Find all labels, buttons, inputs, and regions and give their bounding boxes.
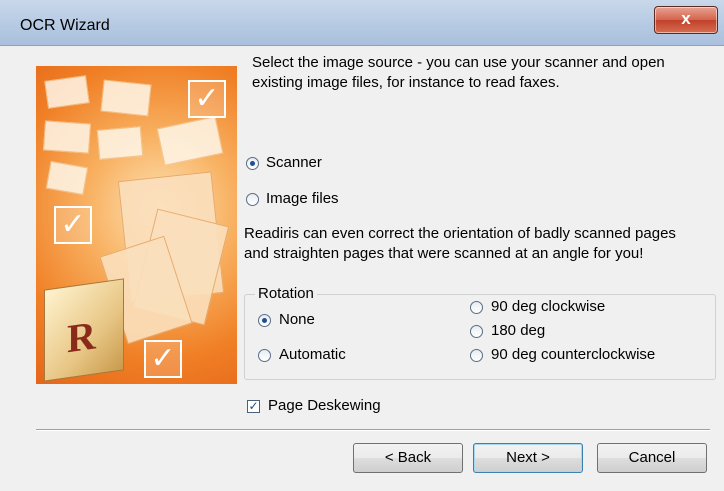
image-files-label[interactable]: Image files <box>266 189 339 209</box>
checkmark-icon: ✓ <box>54 206 92 244</box>
rotation-automatic-radio[interactable] <box>258 349 271 362</box>
logo-letter: R <box>67 312 96 362</box>
rotation-90ccw-label[interactable]: 90 deg counterclockwise <box>491 345 655 365</box>
scanner-label[interactable]: Scanner <box>266 153 322 173</box>
intro-text-line2: existing image files, for instance to re… <box>252 74 560 91</box>
card-image <box>156 116 224 166</box>
back-button[interactable]: < Back <box>353 443 463 473</box>
rotation-90cw-radio[interactable] <box>470 301 483 314</box>
checkmark-icon: ✓ <box>188 80 226 118</box>
card-image <box>44 75 90 109</box>
rotation-group-title: Rotation <box>255 285 317 303</box>
wizard-illustration: ✓ ✓ ✓ R <box>36 66 237 384</box>
checkmark-icon: ✓ <box>144 340 182 378</box>
card-image <box>43 120 91 154</box>
rotation-none-radio[interactable] <box>258 314 271 327</box>
separator <box>36 429 710 431</box>
scanner-radio[interactable] <box>246 157 259 170</box>
next-button[interactable]: Next > <box>473 443 583 473</box>
intro-text-line1: Select the image source - you can use yo… <box>252 54 665 71</box>
readiris-logo-icon: R <box>44 278 124 382</box>
rotation-90cw-label[interactable]: 90 deg clockwise <box>491 297 605 317</box>
image-files-radio[interactable] <box>246 193 259 206</box>
rotation-180-radio[interactable] <box>470 325 483 338</box>
card-image <box>96 126 144 160</box>
info-text-line2: and straighten pages that were scanned a… <box>244 245 644 262</box>
page-deskewing-label[interactable]: Page Deskewing <box>268 396 381 416</box>
window-title: OCR Wizard <box>20 17 110 34</box>
rotation-none-label[interactable]: None <box>279 310 315 330</box>
page-deskewing-checkbox[interactable]: ✓ <box>247 400 260 413</box>
card-image <box>45 160 89 196</box>
cancel-button[interactable]: Cancel <box>597 443 707 473</box>
close-button[interactable]: x <box>654 6 718 34</box>
rotation-automatic-label[interactable]: Automatic <box>279 345 346 365</box>
rotation-180-label[interactable]: 180 deg <box>491 321 545 341</box>
info-text-line1: Readiris can even correct the orientatio… <box>244 225 676 242</box>
rotation-90ccw-radio[interactable] <box>470 349 483 362</box>
title-bar: OCR Wizard x <box>0 0 724 46</box>
card-image <box>100 79 152 117</box>
